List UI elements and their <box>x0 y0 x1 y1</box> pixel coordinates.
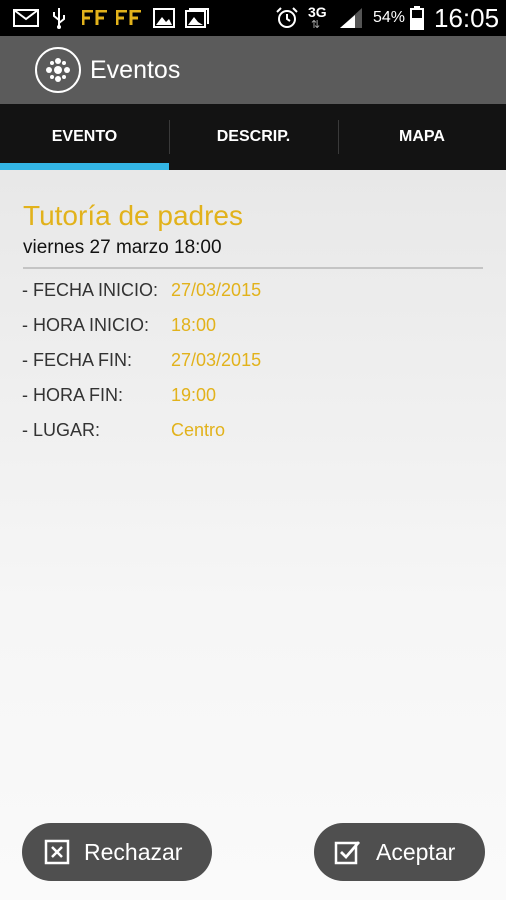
page-title: Eventos <box>90 56 181 84</box>
data-arrows-icon: ⇅ <box>311 19 321 31</box>
detail-value: 19:00 <box>171 385 217 405</box>
accept-label: Aceptar <box>376 838 456 865</box>
detail-label: - FECHA INICIO: <box>22 280 159 300</box>
detail-label: - FECHA FIN: <box>22 350 133 370</box>
usb-icon <box>48 7 70 29</box>
gallery-icon <box>184 7 210 29</box>
checkbox-checked-icon <box>334 839 362 865</box>
ff-app-icon <box>116 7 144 29</box>
reject-button[interactable]: Rechazar <box>22 823 212 881</box>
detail-label: - LUGAR: <box>22 420 101 440</box>
divider <box>23 267 483 269</box>
detail-value: 18:00 <box>171 315 217 335</box>
tab-mapa[interactable]: MAPA <box>338 104 506 170</box>
battery-icon <box>409 6 425 30</box>
signal-icon <box>338 7 364 29</box>
alarm-icon <box>274 7 300 29</box>
detail-value: 27/03/2015 <box>171 350 262 370</box>
app-logo-icon <box>46 58 70 82</box>
event-subtitle: viernes 27 marzo 18:00 <box>23 237 222 258</box>
status-bar <box>0 0 506 36</box>
active-tab-indicator <box>0 163 169 170</box>
battery-percent: 54% <box>373 9 406 26</box>
mail-icon <box>12 7 40 29</box>
detail-label: - HORA INICIO: <box>22 315 150 335</box>
detail-label: - HORA FIN: <box>22 385 124 405</box>
image-icon <box>152 7 176 29</box>
clock: 16:05 <box>434 3 500 33</box>
close-box-icon <box>44 839 70 865</box>
detail-value: Centro <box>171 420 226 440</box>
detail-value: 27/03/2015 <box>171 280 262 300</box>
ff-app-icon <box>82 7 110 29</box>
reject-label: Rechazar <box>84 838 183 865</box>
event-title: Tutoría de padres <box>23 200 243 231</box>
accept-button[interactable]: Aceptar <box>314 823 485 881</box>
tab-evento[interactable]: EVENTO <box>0 104 169 170</box>
app-logo-back-button[interactable] <box>35 47 81 93</box>
tab-descrip[interactable]: DESCRIP. <box>169 104 338 170</box>
